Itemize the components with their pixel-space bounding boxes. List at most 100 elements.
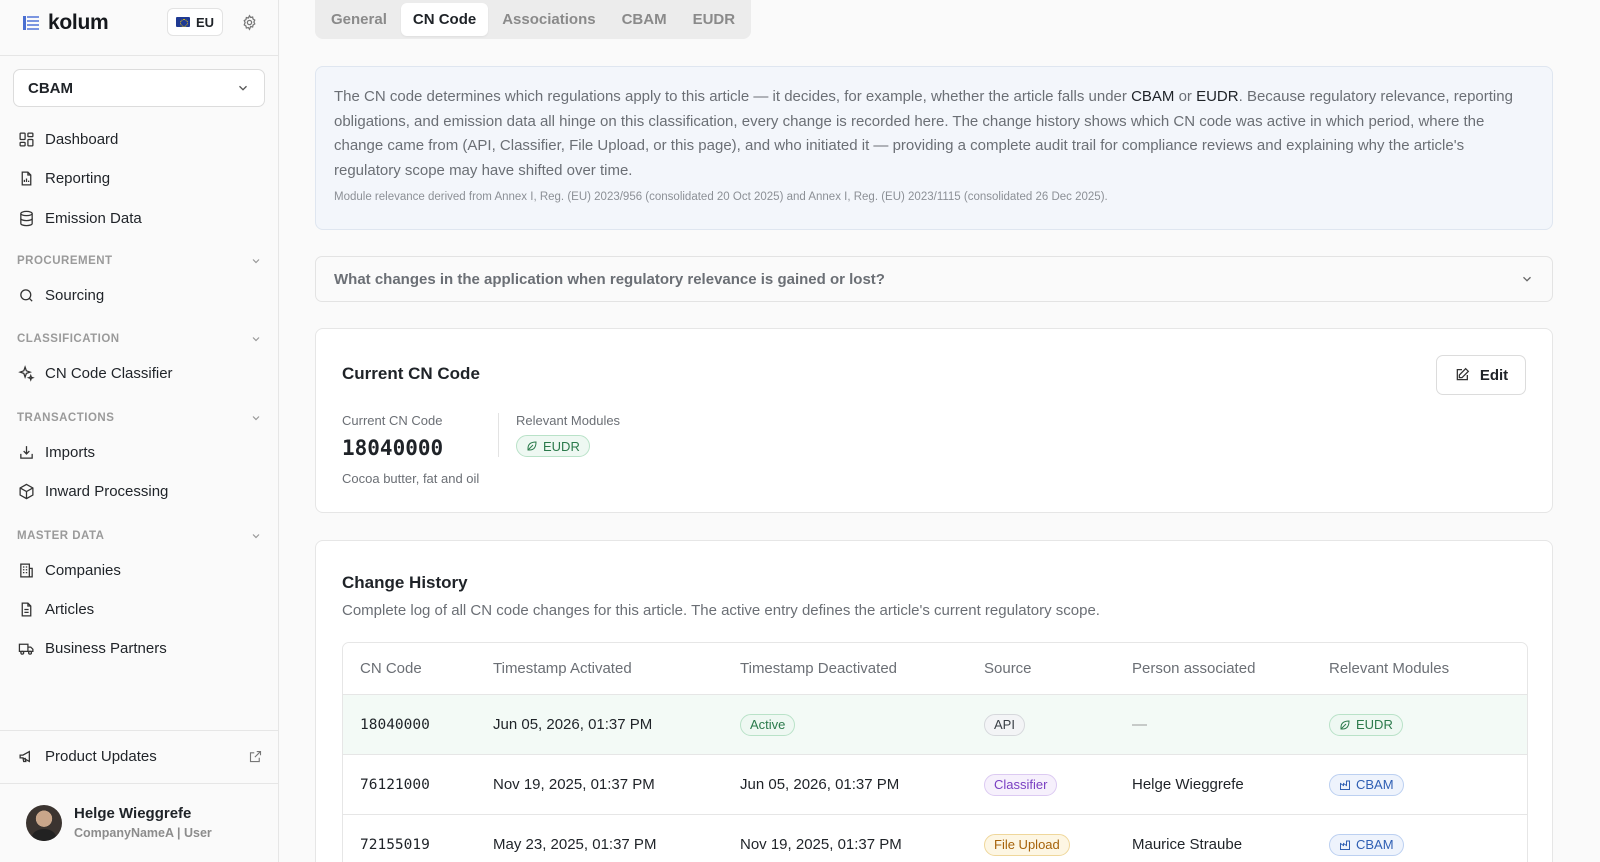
- active-badge: Active: [740, 713, 796, 736]
- sidebar-item-label: Reporting: [45, 169, 111, 187]
- product-updates-link[interactable]: Product Updates: [18, 742, 263, 770]
- column-header[interactable]: Source: [984, 660, 1032, 677]
- avatar[interactable]: [26, 805, 62, 841]
- sidebar-item-emission-data[interactable]: Emission Data: [18, 204, 263, 232]
- table-row[interactable]: 18040000 Jun 05, 2026, 01:37 PM Active A…: [343, 695, 1527, 755]
- column-header[interactable]: Relevant Modules: [1329, 660, 1449, 677]
- sidebar-item-reporting[interactable]: Reporting: [18, 164, 263, 192]
- card-title: Change History: [342, 573, 468, 592]
- section-master-data[interactable]: MASTER DATA: [17, 526, 262, 546]
- info-text-part: The CN code determines which regulations…: [334, 88, 1132, 105]
- region-selector[interactable]: EU: [167, 8, 223, 36]
- sidebar-item-cn-code-classifier[interactable]: CN Code Classifier: [18, 359, 263, 387]
- document-icon: [21, 601, 32, 617]
- edit-icon: [1456, 367, 1470, 381]
- sidebar-item-label: Business Partners: [45, 639, 167, 657]
- factory-icon: [1340, 780, 1350, 790]
- cbam-badge: CBAM: [1329, 773, 1404, 796]
- eudr-badge: EUDR: [516, 435, 590, 457]
- sidebar-item-label: Emission Data: [45, 209, 142, 227]
- current-cn-description: Cocoa butter, fat and oil: [342, 471, 480, 486]
- tab-cn-code[interactable]: CN Code: [400, 3, 489, 36]
- section-classification[interactable]: CLASSIFICATION: [17, 329, 262, 349]
- cell-deactivated: Jun 05, 2026, 01:37 PM: [740, 776, 900, 793]
- badge-label: CBAM: [1356, 837, 1394, 852]
- regulatory-relevance-accordion[interactable]: What changes in the application when reg…: [315, 256, 1553, 302]
- sidebar: kolum EU CBAM Dashboard Reporting Emissi…: [0, 0, 279, 862]
- change-history-card: Change History Complete log of all CN co…: [315, 540, 1553, 862]
- current-cn-code: 18040000: [342, 436, 444, 460]
- brand-name: kolum: [48, 11, 109, 34]
- column-header[interactable]: Timestamp Activated: [493, 660, 632, 677]
- sidebar-item-business-partners[interactable]: Business Partners: [18, 634, 263, 662]
- cell-deactivated: Active: [740, 713, 796, 736]
- tab-bar: General CN Code Associations CBAM EUDR: [315, 0, 752, 39]
- sidebar-divider: [0, 730, 279, 731]
- field-divider: [498, 413, 499, 457]
- sidebar-item-companies[interactable]: Companies: [18, 556, 263, 584]
- eu-flag-icon: [175, 17, 190, 27]
- package-icon: [19, 483, 34, 499]
- column-header[interactable]: Person associated: [1132, 660, 1255, 677]
- sidebar-item-label: CN Code Classifier: [45, 364, 173, 382]
- column-header[interactable]: CN Code: [360, 660, 422, 677]
- table-row[interactable]: 76121000 Nov 19, 2025, 01:37 PM Jun 05, …: [343, 755, 1527, 815]
- cbam-badge: CBAM: [1329, 833, 1404, 856]
- sidebar-item-inward-processing[interactable]: Inward Processing: [18, 477, 263, 505]
- cell-deactivated: Nov 19, 2025, 01:37 PM: [740, 836, 902, 853]
- cell-cn-code: 18040000: [360, 716, 430, 733]
- tab-general[interactable]: General: [319, 3, 399, 36]
- table-header: CN Code Timestamp Activated Timestamp De…: [343, 643, 1527, 695]
- import-icon: [20, 445, 33, 459]
- sidebar-item-articles[interactable]: Articles: [18, 595, 263, 623]
- info-text: The CN code determines which regulations…: [334, 85, 1534, 183]
- tab-cbam[interactable]: CBAM: [610, 3, 679, 36]
- table-row[interactable]: 72155019 May 23, 2025, 01:37 PM Nov 19, …: [343, 815, 1527, 862]
- brand-logo[interactable]: kolum: [22, 9, 109, 37]
- cell-person: Maurice Straube: [1132, 836, 1243, 853]
- sidebar-divider: [0, 55, 279, 56]
- building-icon: [20, 562, 33, 578]
- database-icon: [20, 210, 33, 226]
- module-select[interactable]: CBAM: [13, 69, 265, 107]
- module-select-value: CBAM: [28, 79, 73, 97]
- cell-modules: CBAM: [1329, 773, 1404, 796]
- section-procurement[interactable]: PROCUREMENT: [17, 251, 262, 271]
- sidebar-item-imports[interactable]: Imports: [18, 438, 263, 466]
- current-code-label: Current CN Code: [342, 413, 443, 428]
- tab-associations[interactable]: Associations: [490, 3, 607, 36]
- sidebar-item-label: Inward Processing: [45, 482, 169, 500]
- chevron-down-icon: [252, 534, 260, 539]
- settings-button[interactable]: [238, 11, 260, 33]
- chevron-down-icon: [252, 337, 260, 342]
- cell-activated: Nov 19, 2025, 01:37 PM: [493, 776, 655, 793]
- section-label: CLASSIFICATION: [17, 333, 120, 345]
- eudr-badge: EUDR: [1329, 713, 1403, 736]
- chevron-down-icon: [239, 85, 247, 91]
- section-label: MASTER DATA: [17, 530, 105, 542]
- tab-eudr[interactable]: EUDR: [681, 3, 748, 36]
- change-history-table: CN Code Timestamp Activated Timestamp De…: [342, 642, 1528, 862]
- badge-label: CBAM: [1356, 777, 1394, 792]
- cell-cn-code: 72155019: [360, 836, 430, 853]
- sidebar-item-dashboard[interactable]: Dashboard: [18, 125, 263, 153]
- sidebar-divider: [0, 783, 279, 784]
- info-eudr: EUDR: [1196, 88, 1239, 105]
- info-text-part: or: [1174, 88, 1197, 105]
- sidebar-item-label: Companies: [45, 561, 121, 579]
- source-badge: File Upload: [984, 833, 1070, 856]
- sparkles-icon: [18, 364, 35, 382]
- leaf-icon: [527, 441, 537, 451]
- source-badge: API: [984, 713, 1025, 736]
- column-header[interactable]: Timestamp Deactivated: [740, 660, 897, 677]
- sidebar-item-label: Dashboard: [45, 130, 119, 148]
- section-transactions[interactable]: TRANSACTIONS: [17, 408, 262, 428]
- sidebar-item-label: Articles: [45, 600, 95, 618]
- report-file-icon: [21, 170, 32, 186]
- cell-source: Classifier: [984, 773, 1058, 796]
- sidebar-item-sourcing[interactable]: Sourcing: [18, 281, 263, 309]
- cell-cn-code: 76121000: [360, 776, 430, 793]
- cell-person: Helge Wieggrefe: [1132, 776, 1244, 793]
- edit-button[interactable]: Edit: [1436, 355, 1526, 395]
- cell-modules: EUDR: [1329, 713, 1403, 736]
